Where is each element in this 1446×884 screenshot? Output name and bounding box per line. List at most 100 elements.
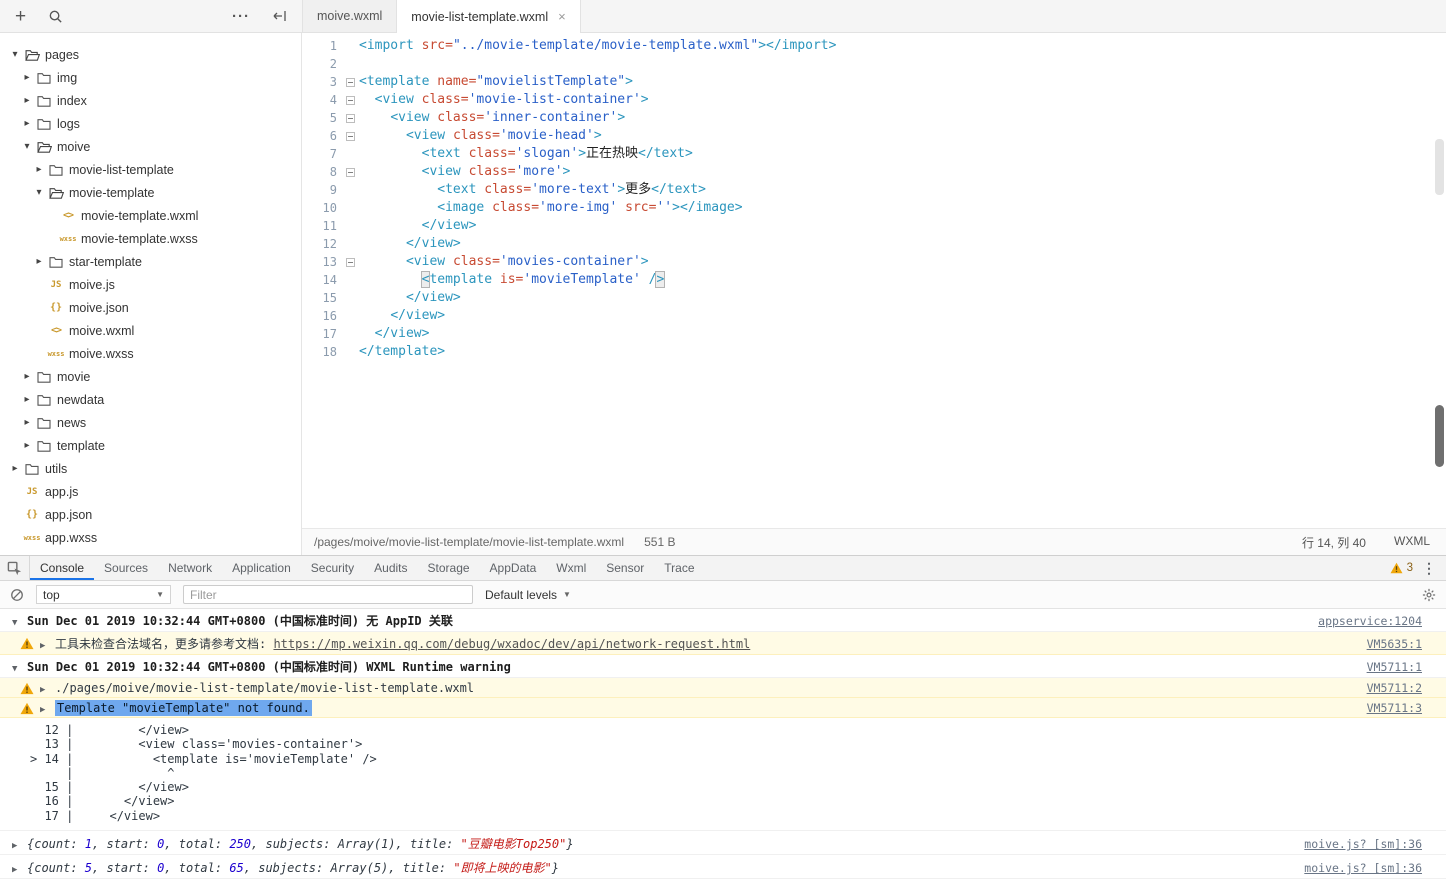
close-icon[interactable]: × [558, 9, 566, 24]
tree-item-img[interactable]: ▸img [0, 66, 301, 89]
code-line-13[interactable]: 13 <view class='movies-container'> [302, 253, 1446, 271]
chevron-right-icon[interactable]: ▸ [20, 72, 34, 83]
source-link[interactable]: VM5711:3 [1347, 701, 1422, 715]
devtools-tab-sources[interactable]: Sources [94, 556, 158, 580]
search-icon[interactable] [48, 9, 63, 24]
clear-console-icon[interactable] [10, 588, 24, 602]
tree-item-app.wxss[interactable]: wxssapp.wxss [0, 526, 301, 549]
source-link[interactable]: moive.js? [sm]:36 [1284, 837, 1422, 851]
code-line-1[interactable]: 1<import src="../movie-template/movie-te… [302, 37, 1446, 55]
console-row[interactable]: ▶Template "movieTemplate" not found.VM57… [0, 698, 1446, 718]
tree-item-utils[interactable]: ▸utils [0, 457, 301, 480]
code-line-10[interactable]: 10 <image class='more-img' src=''></imag… [302, 199, 1446, 217]
code-line-2[interactable]: 2 [302, 55, 1446, 73]
tab-movie-list-template.wxml[interactable]: movie-list-template.wxml× [397, 0, 580, 33]
devtools-tab-security[interactable]: Security [301, 556, 364, 580]
chevron-right-icon[interactable]: ▶ [40, 685, 55, 695]
chevron-right-icon[interactable]: ▶ [12, 841, 27, 851]
tree-item-moive.wxml[interactable]: <>moive.wxml [0, 319, 301, 342]
chevron-right-icon[interactable]: ▶ [40, 705, 55, 715]
fold-marker-icon[interactable] [342, 163, 359, 181]
tree-item-star-template[interactable]: ▸star-template [0, 250, 301, 273]
devtools-tab-storage[interactable]: Storage [418, 556, 480, 580]
tree-item-template[interactable]: ▸template [0, 434, 301, 457]
chevron-right-icon[interactable]: ▶ [40, 641, 55, 651]
devtools-tab-wxml[interactable]: Wxml [546, 556, 596, 580]
code-line-9[interactable]: 9 <text class='more-text'>更多</text> [302, 181, 1446, 199]
tree-item-logs[interactable]: ▸logs [0, 112, 301, 135]
devtools-tab-audits[interactable]: Audits [364, 556, 417, 580]
message-link[interactable]: https://mp.weixin.qq.com/debug/wxadoc/de… [273, 637, 750, 651]
chevron-right-icon[interactable]: ▸ [8, 463, 22, 474]
source-link[interactable]: appservice:1204 [1298, 614, 1422, 628]
fold-marker-icon[interactable] [342, 253, 359, 271]
console-row[interactable]: ▶工具未检查合法域名，更多请参考文档: https://mp.weixin.qq… [0, 632, 1446, 655]
chevron-right-icon[interactable]: ▸ [20, 394, 34, 405]
console-row[interactable]: ▼Sun Dec 01 2019 10:32:44 GMT+0800 (中国标准… [0, 609, 1446, 632]
chevron-right-icon[interactable]: ▸ [20, 95, 34, 106]
chevron-down-icon[interactable]: ▼ [12, 664, 27, 674]
tree-item-app.json[interactable]: {}app.json [0, 503, 301, 526]
language-mode[interactable]: WXML [1394, 534, 1430, 551]
chevron-down-icon[interactable]: ▾ [32, 187, 46, 198]
code-lines[interactable]: 1<import src="../movie-template/movie-te… [302, 33, 1446, 528]
console-settings-gear-icon[interactable] [1422, 588, 1436, 602]
tree-item-moive.js[interactable]: JSmoive.js [0, 273, 301, 296]
devtools-tab-application[interactable]: Application [222, 556, 301, 580]
new-file-button[interactable]: + [15, 7, 26, 26]
warning-counter[interactable]: 3 [1390, 562, 1413, 574]
chevron-right-icon[interactable]: ▸ [20, 440, 34, 451]
code-line-5[interactable]: 5 <view class='inner-container'> [302, 109, 1446, 127]
code-line-3[interactable]: 3<template name="movielistTemplate"> [302, 73, 1446, 91]
chevron-right-icon[interactable]: ▸ [20, 118, 34, 129]
chevron-right-icon[interactable]: ▸ [32, 164, 46, 175]
devtools-tab-network[interactable]: Network [158, 556, 222, 580]
console-row[interactable]: ▼Sun Dec 01 2019 10:32:44 GMT+0800 (中国标准… [0, 655, 1446, 678]
source-link[interactable]: VM5635:1 [1347, 637, 1422, 651]
chevron-down-icon[interactable]: ▼ [12, 618, 27, 628]
chevron-down-icon[interactable]: ▾ [8, 49, 22, 60]
console-row[interactable]: ▶{count: 1, start: 0, total: 250, subjec… [0, 831, 1446, 855]
more-options-icon[interactable]: ··· [232, 8, 250, 25]
chevron-right-icon[interactable]: ▶ [12, 865, 27, 875]
tree-item-app.js[interactable]: JSapp.js [0, 480, 301, 503]
code-line-12[interactable]: 12 </view> [302, 235, 1446, 253]
code-line-14[interactable]: 14 <template is='movieTemplate' /> [302, 271, 1446, 289]
code-line-6[interactable]: 6 <view class='movie-head'> [302, 127, 1446, 145]
tree-item-movie-template[interactable]: ▾movie-template [0, 181, 301, 204]
devtools-tab-trace[interactable]: Trace [654, 556, 704, 580]
source-link[interactable]: moive.js? [sm]:36 [1284, 861, 1422, 875]
tree-item-moive.wxss[interactable]: wxssmoive.wxss [0, 342, 301, 365]
fold-marker-icon[interactable] [342, 127, 359, 145]
devtools-tab-console[interactable]: Console [30, 556, 94, 580]
code-line-7[interactable]: 7 <text class='slogan'>正在热映</text> [302, 145, 1446, 163]
source-link[interactable]: VM5711:2 [1347, 681, 1422, 695]
tree-item-movie-list-template[interactable]: ▸movie-list-template [0, 158, 301, 181]
editor-scrollbar-thumb-secondary[interactable] [1435, 405, 1444, 467]
inspect-element-icon[interactable] [0, 556, 30, 580]
tree-item-movie-template.wxml[interactable]: <>movie-template.wxml [0, 204, 301, 227]
filter-input[interactable] [183, 585, 473, 604]
code-line-15[interactable]: 15 </view> [302, 289, 1446, 307]
tree-item-index[interactable]: ▸index [0, 89, 301, 112]
console-row[interactable]: ▶{count: 7, start: 0, total: 67, subject… [0, 879, 1446, 884]
code-line-8[interactable]: 8 <view class='more'> [302, 163, 1446, 181]
fold-marker-icon[interactable] [342, 109, 359, 127]
tree-item-movie[interactable]: ▸movie [0, 365, 301, 388]
code-line-16[interactable]: 16 </view> [302, 307, 1446, 325]
console-row[interactable]: ▶./pages/moive/movie-list-template/movie… [0, 678, 1446, 698]
log-levels-selector[interactable]: Default levels ▼ [485, 588, 571, 602]
source-link[interactable]: VM5711:1 [1347, 660, 1422, 674]
chevron-down-icon[interactable]: ▾ [20, 141, 34, 152]
split-editor-icon[interactable] [272, 9, 288, 23]
devtools-tab-sensor[interactable]: Sensor [596, 556, 654, 580]
editor-scrollbar-thumb[interactable] [1435, 139, 1444, 195]
chevron-right-icon[interactable]: ▸ [32, 256, 46, 267]
devtools-tab-appdata[interactable]: AppData [480, 556, 547, 580]
code-line-4[interactable]: 4 <view class='movie-list-container'> [302, 91, 1446, 109]
context-selector[interactable]: top ▼ [36, 585, 171, 604]
code-line-11[interactable]: 11 </view> [302, 217, 1446, 235]
tree-item-moive.json[interactable]: {}moive.json [0, 296, 301, 319]
fold-marker-icon[interactable] [342, 91, 359, 109]
devtools-menu-icon[interactable]: ⋮ [1422, 560, 1436, 577]
